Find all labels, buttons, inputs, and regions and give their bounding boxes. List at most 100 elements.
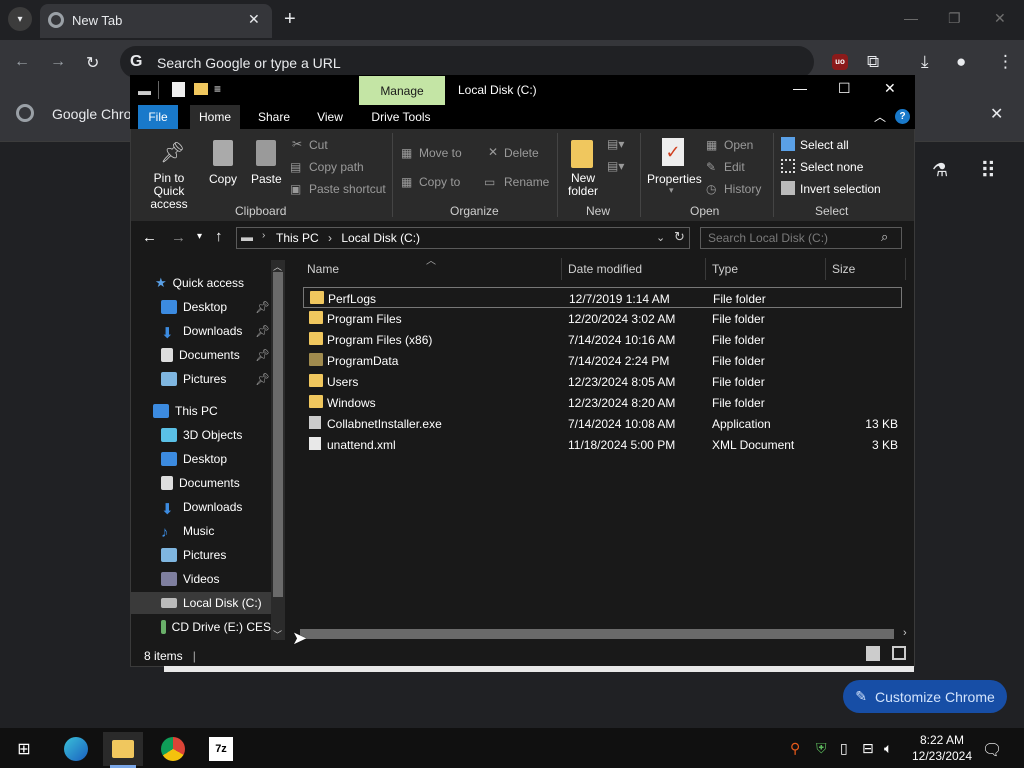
edge-app[interactable]	[56, 732, 96, 766]
up-arrow-icon[interactable]: ↑	[215, 228, 223, 245]
breadcrumb-chevron-icon[interactable]: ›	[328, 231, 332, 245]
new-item-icon[interactable]: ▤▾	[607, 137, 624, 151]
ublock-extension-icon[interactable]: uo	[832, 54, 848, 70]
breadcrumb[interactable]: This PC › Local Disk (C:)	[276, 231, 420, 245]
download-icon[interactable]: ⤓	[921, 52, 929, 72]
ribbon-collapse-icon[interactable]: ︿	[874, 108, 886, 125]
pin-icon[interactable]: 📌︎	[255, 348, 270, 362]
pin-icon[interactable]: 📌︎	[255, 372, 270, 386]
move-to-button[interactable]: Move to	[419, 146, 462, 160]
back-arrow-icon[interactable]: ←	[142, 229, 157, 246]
file-row[interactable]: Program Files (x86) 7/14/2024 10:16 AM F…	[303, 329, 902, 350]
address-dropdown-icon[interactable]: ⌄	[656, 231, 665, 244]
properties-dropdown-icon[interactable]: ▾	[669, 185, 674, 196]
new-tab-button[interactable]: +	[284, 9, 296, 29]
chrome-app[interactable]	[153, 732, 193, 766]
tab-drive-tools[interactable]: Drive Tools	[364, 105, 438, 129]
rename-button[interactable]: Rename	[504, 175, 549, 189]
scroll-up-icon[interactable]: ︿	[273, 260, 282, 273]
history-button[interactable]: History	[724, 182, 761, 196]
select-all-button[interactable]: Select all	[800, 138, 849, 152]
refresh-icon[interactable]: ↻	[674, 229, 685, 245]
file-row[interactable]: Windows 12/23/2024 8:20 AM File folder	[303, 392, 902, 413]
manage-tab[interactable]: Manage	[359, 76, 445, 105]
tab-view[interactable]: View	[308, 105, 352, 129]
open-button[interactable]: Open	[724, 138, 753, 152]
breadcrumb-chevron-icon[interactable]: ›	[262, 230, 265, 241]
delete-button[interactable]: Delete	[504, 146, 539, 160]
tab-file[interactable]: File	[138, 105, 178, 129]
edit-button[interactable]: Edit	[724, 160, 745, 174]
details-view-icon[interactable]	[866, 646, 880, 661]
scroll-right-icon[interactable]: ›	[903, 627, 907, 639]
tab-search-button[interactable]: ▾	[8, 7, 32, 31]
invert-selection-button[interactable]: Invert selection	[800, 182, 881, 196]
copy-path-button[interactable]: Copy path	[309, 160, 364, 174]
search-icon[interactable]: ⌕	[881, 229, 888, 245]
profile-icon[interactable]: ●	[956, 52, 966, 72]
chrome-minimize-icon[interactable]: —	[904, 10, 918, 26]
pin-quick-access-button[interactable]: Pin to Quick access	[138, 172, 200, 211]
copy-button[interactable]: Copy	[209, 172, 237, 186]
column-type[interactable]: Type	[712, 262, 738, 276]
file-row[interactable]: unattend.xml 11/18/2024 5:00 PM XML Docu…	[303, 434, 902, 455]
omnibox-placeholder[interactable]: Search Google or type a URL	[157, 55, 341, 71]
nav-cd-drive[interactable]: CD Drive (E:) CES	[161, 616, 271, 638]
properties-qat-icon[interactable]	[172, 82, 185, 97]
copy-to-button[interactable]: Copy to	[419, 175, 460, 189]
cut-button[interactable]: Cut	[309, 138, 328, 152]
network-icon[interactable]: ⊟	[862, 740, 874, 757]
file-row[interactable]: ProgramData 7/14/2024 2:24 PM File folde…	[303, 350, 902, 371]
file-row[interactable]: PerfLogs 12/7/2019 1:14 AM File folder	[303, 287, 902, 308]
column-divider[interactable]	[825, 258, 826, 280]
chrome-close-icon[interactable]: ✕	[994, 10, 1006, 27]
info-bar-close-icon[interactable]: ✕	[990, 104, 1003, 124]
breadcrumb-local-disk[interactable]: Local Disk (C:)	[341, 231, 420, 245]
customize-chrome-button[interactable]: ✎ Customize Chrome	[843, 680, 1007, 713]
file-explorer-app[interactable]	[103, 732, 143, 766]
usb-icon[interactable]: ▯	[840, 740, 848, 757]
column-name[interactable]: Name	[307, 262, 339, 276]
horizontal-scrollbar-thumb[interactable]	[300, 629, 894, 639]
help-icon[interactable]: ?	[895, 109, 910, 124]
forward-icon[interactable]: →	[50, 53, 66, 71]
column-size[interactable]: Size	[832, 262, 855, 276]
volume-muted-icon[interactable]: 🔈︎	[884, 740, 892, 757]
explorer-minimize-icon[interactable]: —	[793, 80, 807, 96]
security-shield-icon[interactable]: ⛨	[816, 740, 827, 757]
file-row[interactable]: Users 12/23/2024 8:05 AM File folder	[303, 371, 902, 392]
search-tray-icon[interactable]: ⚲	[790, 740, 800, 757]
pin-icon[interactable]: 📌︎	[255, 300, 270, 314]
pin-icon[interactable]: 📌︎	[255, 324, 270, 338]
clock-date[interactable]: 12/23/2024	[910, 749, 974, 763]
column-divider[interactable]	[561, 258, 562, 280]
nav-scrollbar-thumb[interactable]	[273, 272, 283, 597]
new-folder-button[interactable]: New folder	[566, 172, 600, 198]
chrome-menu-icon[interactable]: ⋮	[997, 52, 1014, 72]
7zip-app[interactable]: 7z	[201, 732, 241, 766]
reload-icon[interactable]: ↻	[86, 53, 99, 73]
tab-home[interactable]: Home	[190, 105, 240, 129]
file-row[interactable]: Program Files 12/20/2024 3:02 AM File fo…	[303, 308, 902, 329]
column-divider[interactable]	[905, 258, 906, 280]
column-date-modified[interactable]: Date modified	[568, 262, 642, 276]
chrome-restore-icon[interactable]: ❐	[948, 10, 961, 27]
tab-close-icon[interactable]: ✕	[248, 11, 260, 28]
google-apps-icon[interactable]: ⠿	[980, 158, 996, 184]
labs-flask-icon[interactable]: ⚗	[932, 160, 948, 181]
properties-button[interactable]: Properties	[647, 172, 702, 186]
clock-time[interactable]: 8:22 AM	[910, 733, 974, 747]
easy-access-icon[interactable]: ▤▾	[607, 159, 624, 173]
paste-shortcut-button[interactable]: Paste shortcut	[309, 182, 386, 196]
back-icon[interactable]: ←	[14, 53, 30, 71]
large-icons-view-icon[interactable]	[892, 646, 906, 660]
forward-arrow-icon[interactable]: →	[171, 229, 186, 246]
recent-locations-icon[interactable]: ▾	[197, 231, 202, 242]
column-divider[interactable]	[705, 258, 706, 280]
file-row[interactable]: CollabnetInstaller.exe 7/14/2024 10:08 A…	[303, 413, 902, 434]
tab-share[interactable]: Share	[252, 105, 296, 129]
windows-start-icon[interactable]: ⊞	[4, 732, 44, 766]
qat-dropdown-icon[interactable]: ≡	[214, 82, 221, 96]
paste-button[interactable]: Paste	[251, 172, 282, 186]
new-folder-qat-icon[interactable]	[194, 83, 208, 95]
